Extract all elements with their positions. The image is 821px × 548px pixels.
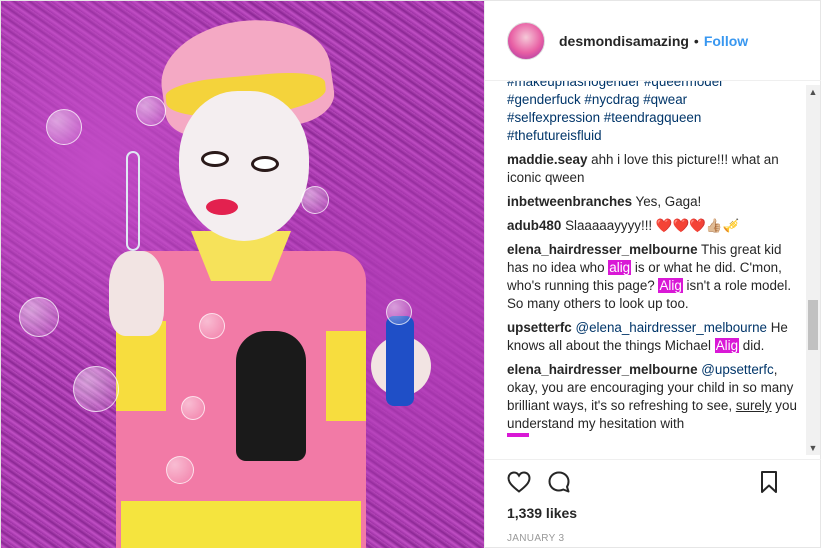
photo-bubble xyxy=(301,186,329,214)
search-highlight: Alig xyxy=(714,338,740,353)
comment-item: maddie.seay ahh i love this picture!!! w… xyxy=(507,151,797,187)
scroll-up-arrow-icon[interactable]: ▲ xyxy=(806,85,820,99)
photo-shirt-band xyxy=(121,501,361,548)
post-actions: 1,339 likes JANUARY 3 xyxy=(485,459,821,544)
photo-sleeve xyxy=(326,331,366,421)
likes-count[interactable]: 1,339 likes xyxy=(485,505,821,521)
comment-username[interactable]: upsetterfc xyxy=(507,320,572,335)
post-photo[interactable] xyxy=(1,1,484,548)
comment-item: elena_hairdresser_melbourne This great k… xyxy=(507,241,797,313)
photo-bubble xyxy=(386,299,412,325)
search-highlight-marker xyxy=(507,433,529,437)
photo-eye xyxy=(201,151,229,167)
comment-icon xyxy=(548,471,570,493)
photo-bubble xyxy=(166,456,194,484)
photo-bubble xyxy=(199,313,225,339)
save-button[interactable] xyxy=(755,468,783,496)
comment-username[interactable]: elena_hairdresser_melbourne xyxy=(507,362,698,377)
comment-button[interactable] xyxy=(545,468,573,496)
photo-shirt-figure xyxy=(236,331,306,461)
search-highlight: alig xyxy=(608,260,632,275)
hashtag-line[interactable]: #selfexpression #teendragqueen xyxy=(507,109,797,127)
photo-bubble xyxy=(181,396,205,420)
post-sidebar: desmondisamazing • Follow #makeuphasnoge… xyxy=(484,1,821,548)
comment-mention[interactable]: @upsetterfc xyxy=(701,362,773,377)
action-icons xyxy=(485,460,821,504)
comments-list[interactable]: #makeuphasnogender #queermodel #genderfu… xyxy=(485,81,821,459)
comment-text: Yes, Gaga! xyxy=(635,194,702,209)
photo-face xyxy=(179,91,309,241)
comment-item: adub480 Slaaaaayyyy!!! ❤️❤️❤️👍🏼🎺 xyxy=(507,217,797,235)
caption-hashtags: #makeuphasnogender #queermodel #genderfu… xyxy=(507,81,797,145)
comment-username[interactable]: adub480 xyxy=(507,218,561,233)
comments-scrollbar[interactable]: ▲ ▼ xyxy=(806,85,820,455)
photo-bubble xyxy=(46,109,82,145)
comment-item: inbetweenbranches Yes, Gaga! xyxy=(507,193,797,211)
photo-lips xyxy=(206,199,238,215)
comment-mention[interactable]: @elena_hairdresser_melbourne xyxy=(575,320,767,335)
hashtag-line[interactable]: #makeuphasnogender #queermodel xyxy=(507,81,797,91)
comment-item: upsetterfc @elena_hairdresser_melbourne … xyxy=(507,319,797,355)
hashtag-line[interactable]: #thefutureisfluid xyxy=(507,127,797,145)
scrollbar-thumb[interactable] xyxy=(808,300,818,350)
heart-icon xyxy=(507,471,531,493)
comment-username[interactable]: maddie.seay xyxy=(507,152,587,167)
instagram-post: desmondisamazing • Follow #makeuphasnoge… xyxy=(0,0,821,548)
header-separator: • xyxy=(693,32,699,49)
photo-bubble xyxy=(73,366,119,412)
header-username[interactable]: desmondisamazing xyxy=(559,33,689,49)
comment-text: did. xyxy=(742,338,765,353)
comment-text: Slaaaaayyyy!!! ❤️❤️❤️👍🏼🎺 xyxy=(565,218,740,233)
search-highlight: Alig xyxy=(658,278,683,293)
photo-bubble xyxy=(19,297,59,337)
hashtag-line[interactable]: #genderfuck #nycdrag #qwear xyxy=(507,91,797,109)
post-header: desmondisamazing • Follow xyxy=(485,1,821,81)
photo-hand xyxy=(109,251,164,336)
comment-username[interactable]: elena_hairdresser_melbourne xyxy=(507,242,698,257)
comment-username[interactable]: inbetweenbranches xyxy=(507,194,632,209)
scroll-down-arrow-icon[interactable]: ▼ xyxy=(806,441,820,455)
post-date: JANUARY 3 xyxy=(507,533,565,544)
avatar[interactable] xyxy=(507,21,545,60)
bookmark-icon xyxy=(761,471,777,493)
follow-button[interactable]: Follow xyxy=(704,33,748,49)
photo-bubble xyxy=(136,96,166,126)
photo-bubble-bottle xyxy=(386,316,414,406)
like-button[interactable] xyxy=(505,468,533,496)
comment-underlined-word: surely xyxy=(735,398,772,413)
photo-eye xyxy=(251,156,279,172)
comment-item: elena_hairdresser_melbourne @upsetterfc,… xyxy=(507,361,797,451)
photo-bubble-wand xyxy=(126,151,140,251)
